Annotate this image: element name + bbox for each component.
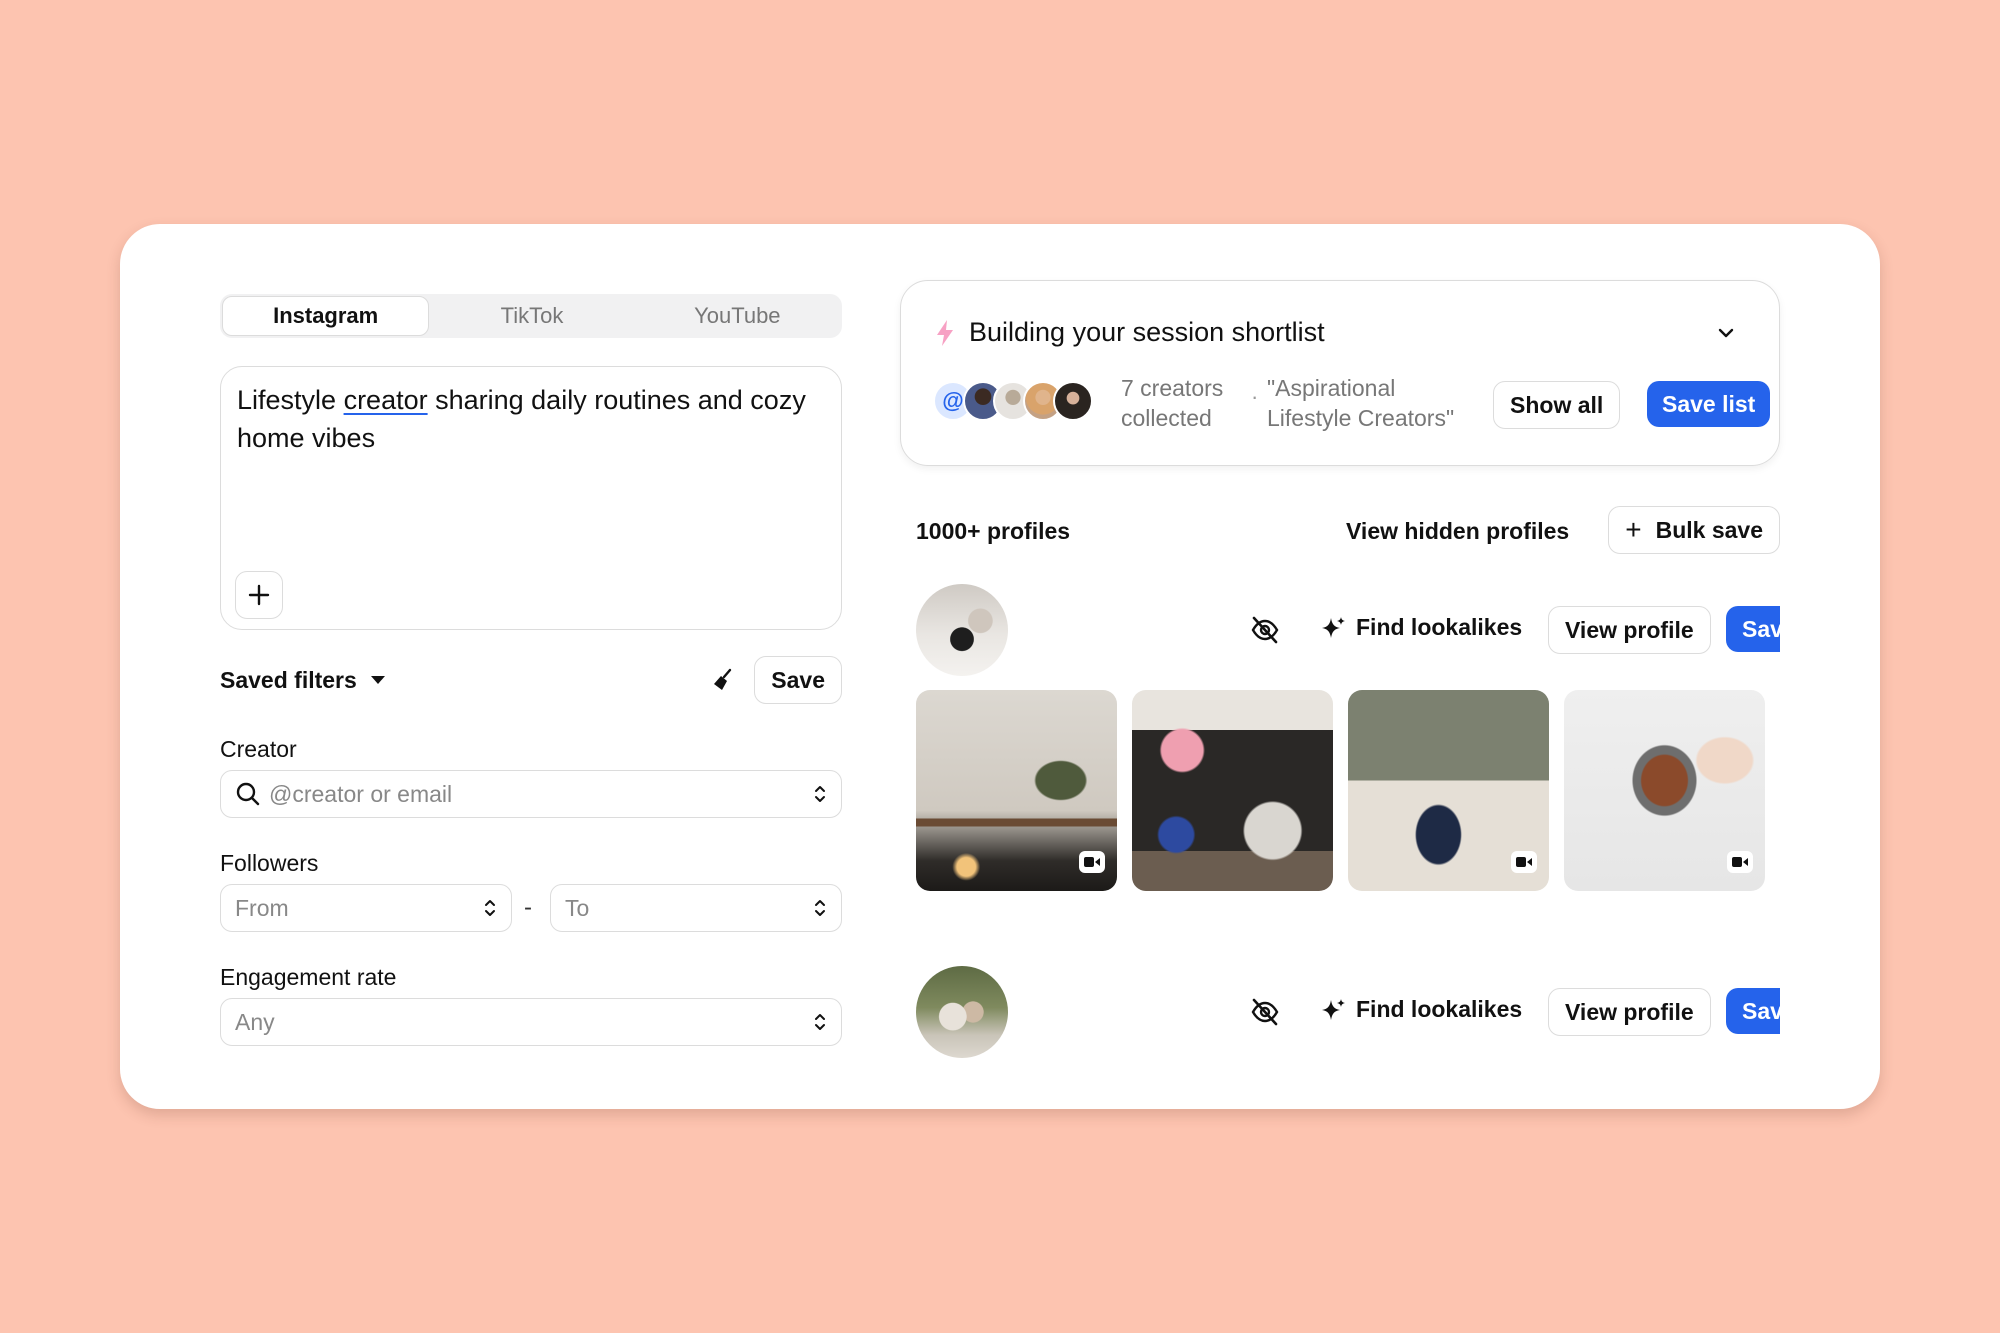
collected-avatars: @ — [933, 381, 1093, 421]
engagement-label: Engagement rate — [220, 964, 397, 990]
engagement-value: Any — [235, 1008, 275, 1035]
view-hidden-profiles-link[interactable]: View hidden profiles — [1346, 518, 1569, 545]
video-icon — [1727, 851, 1753, 873]
view-profile-button[interactable]: View profile — [1548, 606, 1711, 654]
add-attachment-button[interactable] — [235, 571, 283, 619]
view-profile-button[interactable]: View profile — [1548, 988, 1711, 1036]
profile-row: Find lookalikes View profile Sav — [916, 584, 1780, 676]
sparkle-icon — [1322, 616, 1345, 638]
chevron-down-icon[interactable] — [1717, 327, 1735, 339]
prompt-text-underlined: creator — [343, 385, 428, 415]
stepper-icon — [815, 900, 825, 916]
shortlist-panel: Building your session shortlist @ 7 crea… — [900, 280, 1780, 466]
save-filters-button[interactable]: Save — [754, 656, 842, 704]
main-card: Instagram TikTok YouTube Lifestyle creat… — [120, 224, 1880, 1109]
followers-from-select[interactable]: From — [220, 884, 512, 932]
find-lookalikes-button[interactable]: Find lookalikes — [1320, 996, 1522, 1023]
separator-dot: · — [1251, 384, 1259, 409]
list-name: "Aspirational Lifestyle Creators" — [1267, 375, 1455, 431]
video-icon — [1511, 851, 1537, 873]
post-thumbnail[interactable] — [1348, 690, 1549, 891]
results-header: 1000+ profiles View hidden profiles + Bu… — [916, 506, 1780, 554]
shortlist-title: Building your session shortlist — [969, 317, 1325, 347]
post-thumbnail[interactable] — [1132, 690, 1333, 891]
range-separator: - — [524, 894, 532, 921]
stepper-icon — [485, 900, 495, 916]
post-thumbnail[interactable] — [916, 690, 1117, 891]
plus-icon — [248, 584, 270, 606]
show-all-button[interactable]: Show all — [1493, 381, 1621, 429]
search-prompt-box[interactable]: Lifestyle creator sharing daily routines… — [220, 366, 842, 630]
broom-icon[interactable] — [710, 667, 736, 693]
eye-off-icon[interactable] — [1250, 998, 1280, 1026]
find-lookalikes-button[interactable]: Find lookalikes — [1320, 614, 1522, 641]
tab-youtube[interactable]: YouTube — [635, 296, 840, 336]
video-icon — [1079, 851, 1105, 873]
saved-filters-label[interactable]: Saved filters — [220, 667, 357, 694]
tab-tiktok[interactable]: TikTok — [429, 296, 634, 336]
creator-search-input[interactable]: @creator or email — [220, 770, 842, 818]
profile-row: Find lookalikes View profile Sav — [916, 966, 1780, 1058]
profile-post-thumbnails — [916, 690, 1765, 891]
search-icon — [236, 782, 260, 806]
save-list-button[interactable]: Save list — [1647, 381, 1771, 427]
creators-count: 7 creators collected — [1121, 375, 1224, 431]
followers-to-value: To — [565, 894, 590, 921]
profile-avatar[interactable] — [916, 584, 1008, 676]
engagement-select[interactable]: Any — [220, 998, 842, 1046]
eye-off-icon[interactable] — [1250, 616, 1280, 644]
profiles-count: 1000+ profiles — [916, 518, 1071, 544]
find-lookalikes-label: Find lookalikes — [1356, 996, 1523, 1022]
find-lookalikes-label: Find lookalikes — [1356, 614, 1523, 640]
save-profile-label: Sav — [1726, 988, 1780, 1034]
shortlist-header[interactable]: Building your session shortlist — [935, 317, 1325, 348]
tab-instagram[interactable]: Instagram — [222, 296, 430, 336]
followers-to-select[interactable]: To — [550, 884, 842, 932]
followers-from-value: From — [235, 894, 289, 921]
followers-label: Followers — [220, 850, 319, 876]
bulk-save-button[interactable]: + Bulk save — [1608, 506, 1780, 554]
stepper-icon — [815, 786, 825, 802]
caret-down-icon[interactable] — [370, 676, 385, 684]
sparkle-icon — [1322, 998, 1345, 1020]
profile-avatar[interactable] — [916, 966, 1008, 1058]
bulk-save-label: Bulk save — [1655, 516, 1763, 543]
stepper-icon — [815, 1014, 825, 1030]
creator-label: Creator — [220, 736, 297, 762]
prompt-text-before: Lifestyle — [237, 385, 344, 415]
search-prompt-text[interactable]: Lifestyle creator sharing daily routines… — [237, 381, 825, 457]
post-thumbnail[interactable] — [1564, 690, 1765, 891]
plus-icon: + — [1625, 514, 1642, 545]
save-profile-button[interactable]: Sav — [1726, 988, 1780, 1034]
platform-tabs: Instagram TikTok YouTube — [220, 294, 842, 338]
creator-placeholder: @creator or email — [269, 780, 453, 807]
avatar — [1053, 381, 1093, 421]
saved-filters-row: Saved filters Save — [220, 656, 842, 704]
bolt-icon — [937, 319, 953, 346]
save-profile-button[interactable]: Sav — [1726, 606, 1780, 652]
save-profile-label: Sav — [1726, 606, 1780, 652]
